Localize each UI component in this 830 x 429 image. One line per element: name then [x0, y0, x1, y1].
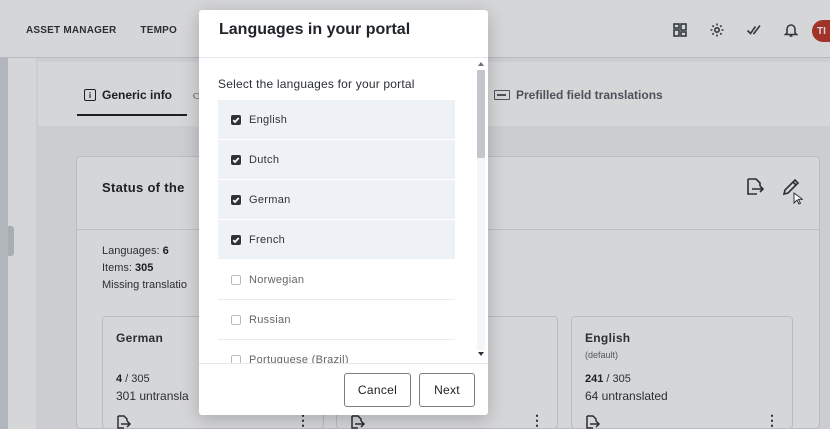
cancel-button[interactable]: Cancel: [344, 373, 411, 407]
modal-subtitle: Select the languages for your portal: [218, 77, 415, 91]
check-icon: [232, 116, 240, 123]
language-label: German: [249, 193, 291, 206]
scroll-down-arrow-icon[interactable]: [478, 352, 484, 356]
scrollbar[interactable]: [475, 60, 487, 360]
mouse-cursor-icon: [793, 192, 803, 205]
check-icon: [232, 196, 240, 203]
language-label: Norwegian: [249, 273, 305, 286]
checkbox-unchecked[interactable]: [231, 274, 241, 285]
check-icon: [232, 156, 240, 163]
language-option[interactable]: Russian: [218, 300, 455, 340]
checkbox-checked[interactable]: [231, 234, 241, 245]
language-label: Dutch: [249, 153, 280, 166]
checkbox-checked[interactable]: [231, 194, 241, 205]
language-label: English: [249, 113, 288, 126]
language-option[interactable]: Dutch: [218, 140, 455, 180]
language-option[interactable]: French: [218, 220, 455, 260]
modal-header: Languages in your portal: [199, 10, 488, 58]
check-icon: [232, 236, 240, 243]
checkbox-checked[interactable]: [231, 154, 241, 165]
languages-modal: Languages in your portal Select the lang…: [199, 10, 488, 415]
scrollbar-thumb[interactable]: [477, 70, 485, 158]
language-option[interactable]: English: [218, 100, 455, 140]
scroll-up-arrow-icon[interactable]: [478, 62, 484, 66]
language-list: English Dutch German French Norwegian Russian…: [218, 100, 455, 363]
language-label: Portuguese (Brazil): [249, 353, 349, 364]
checkbox-unchecked[interactable]: [231, 314, 241, 325]
language-option[interactable]: Portuguese (Brazil): [218, 340, 455, 363]
checkbox-unchecked[interactable]: [231, 354, 241, 363]
language-label: Russian: [249, 313, 291, 326]
modal-footer: Cancel Next: [199, 363, 488, 415]
modal-title: Languages in your portal: [219, 21, 411, 38]
language-option[interactable]: German: [218, 180, 455, 220]
next-button[interactable]: Next: [419, 373, 475, 407]
language-option[interactable]: Norwegian: [218, 260, 455, 300]
checkbox-checked[interactable]: [231, 114, 241, 125]
modal-body: Select the languages for your portal Eng…: [199, 58, 488, 363]
language-label: French: [249, 233, 286, 246]
